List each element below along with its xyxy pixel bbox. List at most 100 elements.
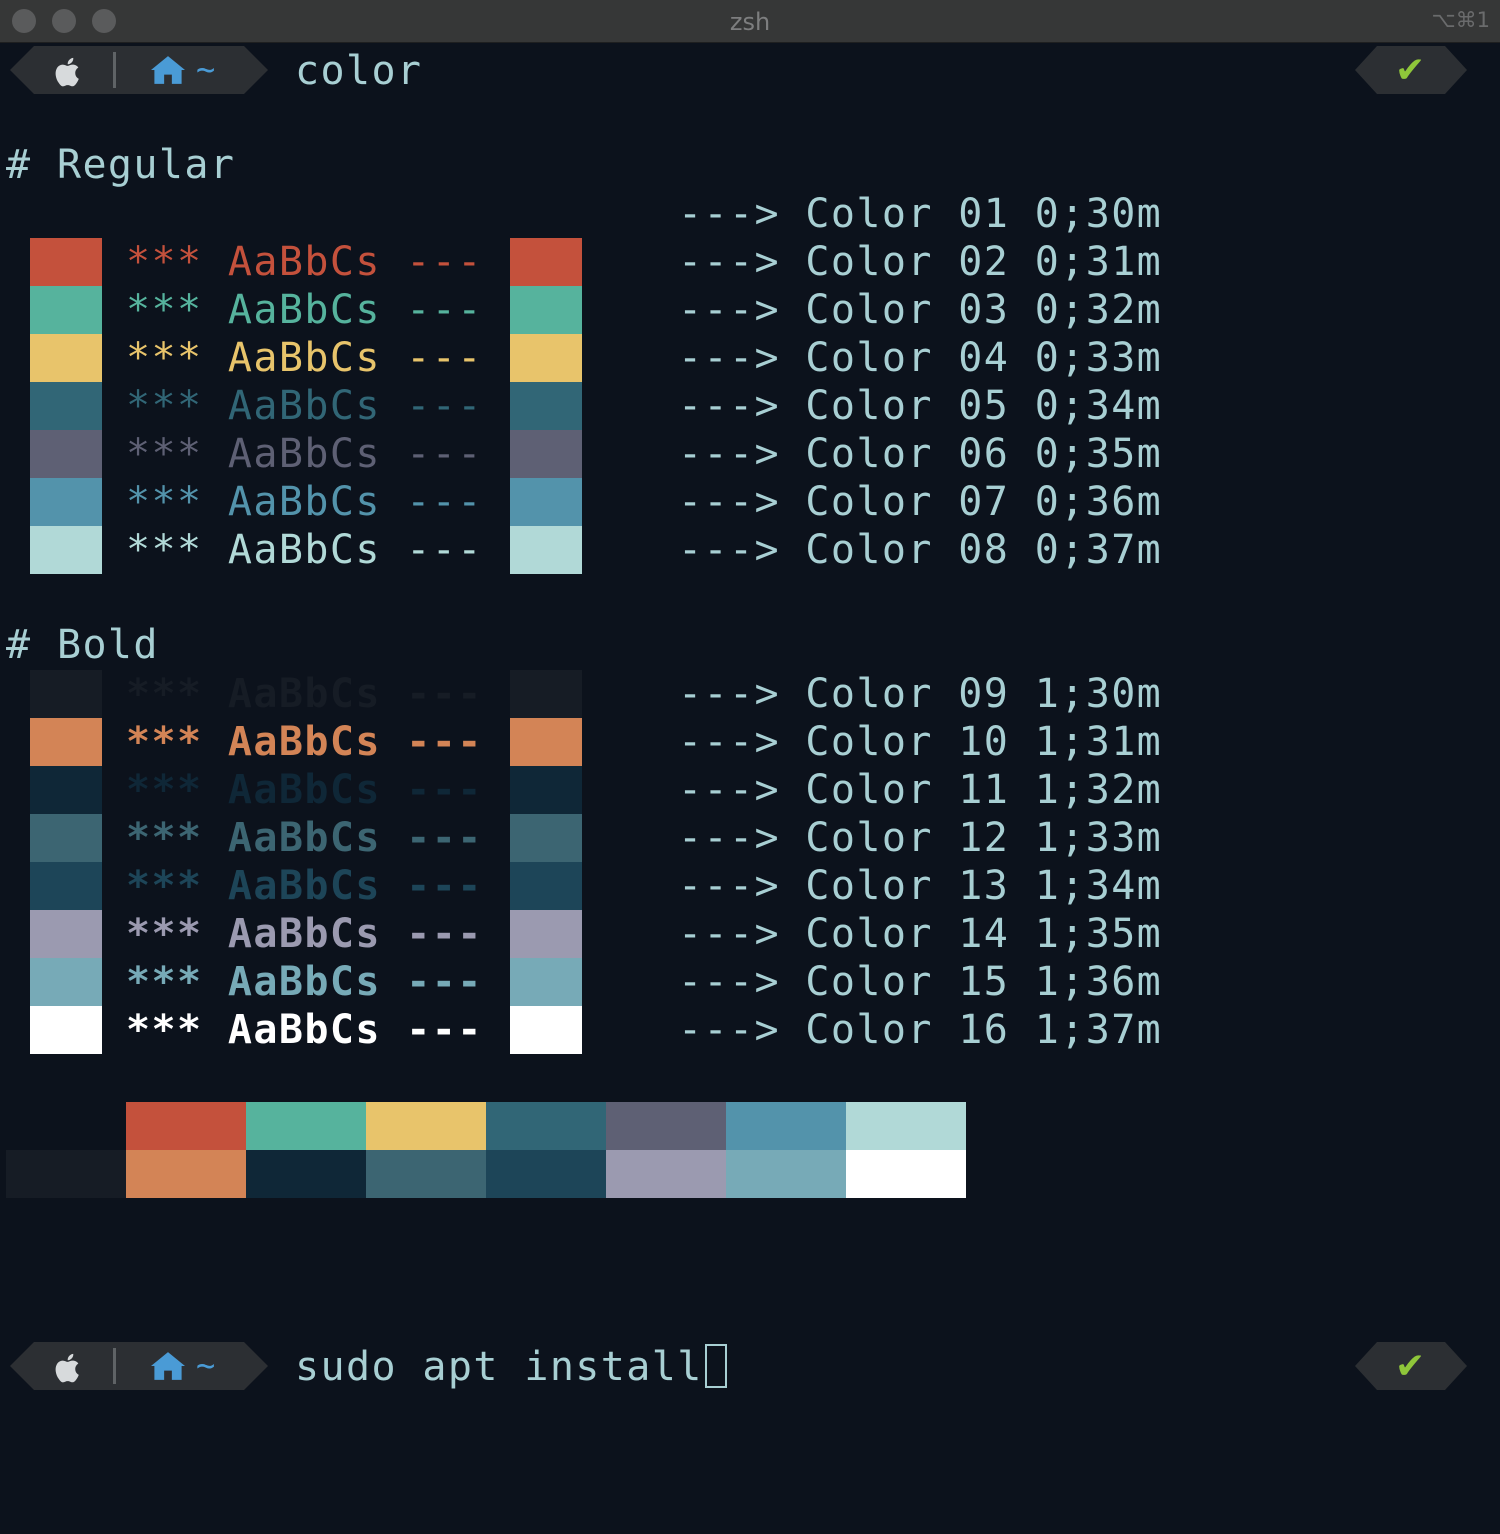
color-swatch-left [30, 718, 102, 766]
color-row: *** AaBbCs --- ---> Color 13 1;34m [0, 862, 1500, 910]
color-swatch-left [30, 958, 102, 1006]
prompt-segment-left [10, 1342, 268, 1390]
color-label: ---> Color 09 1;30m [678, 671, 1163, 717]
color-row: *** AaBbCs --- ---> Color 08 0;37m [0, 526, 1500, 574]
color-swatch-left [30, 670, 102, 718]
color-swatch-left [30, 862, 102, 910]
color-row: *** AaBbCs --- ---> Color 06 0;35m [0, 430, 1500, 478]
color-swatch-right [510, 1006, 582, 1054]
color-swatch-left [30, 382, 102, 430]
color-label: ---> Color 16 1;37m [678, 1007, 1163, 1053]
color-swatch-right [510, 478, 582, 526]
apple-icon [55, 1353, 79, 1383]
apple-icon [55, 57, 79, 87]
color-label: ---> Color 05 0;34m [678, 383, 1163, 429]
color-row: *** AaBbCs --- ---> Color 11 1;32m [0, 766, 1500, 814]
color-swatch-left [30, 286, 102, 334]
text-cursor [704, 1344, 727, 1388]
color-swatch-right [510, 766, 582, 814]
check-icon: ✔ [1395, 50, 1426, 91]
prompt-path: ~ [196, 1346, 216, 1384]
color-swatch-left [30, 478, 102, 526]
color-label: ---> Color 14 1;35m [678, 911, 1163, 957]
color-swatch-left [30, 430, 102, 478]
color-sample-text: *** AaBbCs --- [126, 383, 483, 429]
prompt-segment-left [10, 46, 268, 94]
command-input[interactable]: sudo apt install [295, 1344, 727, 1390]
color-swatch-left [30, 334, 102, 382]
prompt-separator [113, 1348, 116, 1384]
color-row: *** AaBbCs --- ---> Color 02 0;31m [0, 238, 1500, 286]
color-label: ---> Color 12 1;33m [678, 815, 1163, 861]
color-row-01: ---> Color 01 0;30m [0, 190, 1500, 238]
color-swatch-right [510, 334, 582, 382]
command-text: sudo apt install [295, 1344, 703, 1390]
color-swatch-right [510, 862, 582, 910]
color-sample-text: *** AaBbCs --- [126, 719, 483, 765]
prompt-line-color: ~ color ✔ [0, 46, 1500, 94]
color-label: ---> Color 07 0;36m [678, 479, 1163, 525]
color-swatch-left [30, 766, 102, 814]
color-sample-text: *** AaBbCs --- [126, 287, 483, 333]
color-sample-text: *** AaBbCs --- [126, 863, 483, 909]
palette-cell [486, 1150, 606, 1198]
palette-cell [366, 1102, 486, 1150]
palette-cell [486, 1102, 606, 1150]
color-swatch-right [510, 286, 582, 334]
palette-cell [6, 1150, 126, 1198]
palette-cell [726, 1102, 846, 1150]
color-label: ---> Color 08 0;37m [678, 527, 1163, 573]
window-title: zsh [729, 8, 771, 36]
palette-cell [126, 1102, 246, 1150]
palette-cell [126, 1150, 246, 1198]
color-sample-text: *** AaBbCs --- [126, 767, 483, 813]
color-row: *** AaBbCs --- ---> Color 09 1;30m [0, 670, 1500, 718]
color-row: *** AaBbCs --- ---> Color 15 1;36m [0, 958, 1500, 1006]
color-row: *** AaBbCs --- ---> Color 12 1;33m [0, 814, 1500, 862]
color-row: *** AaBbCs --- ---> Color 07 0;36m [0, 478, 1500, 526]
color-sample-text: *** AaBbCs --- [126, 815, 483, 861]
color-label: ---> Color 02 0;31m [678, 239, 1163, 285]
color-sample-text: *** AaBbCs --- [126, 335, 483, 381]
palette-cell [846, 1102, 966, 1150]
color-palette-grid [6, 1102, 966, 1198]
color-label: ---> Color 10 1;31m [678, 719, 1163, 765]
prompt-separator [113, 52, 116, 88]
color-label: ---> Color 11 1;32m [678, 767, 1163, 813]
palette-cell [246, 1102, 366, 1150]
color-swatch-left [30, 910, 102, 958]
section-heading-bold: # Bold [6, 622, 159, 668]
color-swatch-right [510, 238, 582, 286]
color-sample-text: *** AaBbCs --- [126, 671, 483, 717]
color-sample-text: *** AaBbCs --- [126, 911, 483, 957]
color-label: ---> Color 01 0;30m [678, 191, 1163, 237]
color-row: *** AaBbCs --- ---> Color 04 0;33m [0, 334, 1500, 382]
palette-cell [726, 1150, 846, 1198]
color-swatch-right [510, 526, 582, 574]
color-row: *** AaBbCs --- ---> Color 14 1;35m [0, 910, 1500, 958]
palette-cell [366, 1150, 486, 1198]
color-swatch-right [510, 382, 582, 430]
color-swatch-left [30, 1006, 102, 1054]
color-row: *** AaBbCs --- ---> Color 03 0;32m [0, 286, 1500, 334]
palette-cell [606, 1102, 726, 1150]
color-sample-text: *** AaBbCs --- [126, 527, 483, 573]
color-swatch-right [510, 670, 582, 718]
palette-cell [246, 1150, 366, 1198]
window-shortcut: ⌥⌘1 [1431, 8, 1490, 32]
color-swatch-right [510, 958, 582, 1006]
prompt-line-input: ~ sudo apt install ✔ [0, 1342, 1500, 1390]
color-swatch-right [510, 910, 582, 958]
color-sample-text: *** AaBbCs --- [126, 431, 483, 477]
color-label: ---> Color 03 0;32m [678, 287, 1163, 333]
color-sample-text: *** AaBbCs --- [126, 959, 483, 1005]
color-label: ---> Color 04 0;33m [678, 335, 1163, 381]
color-sample-text: *** AaBbCs --- [126, 1007, 483, 1053]
color-label: ---> Color 15 1;36m [678, 959, 1163, 1005]
color-swatch-right [510, 718, 582, 766]
color-row: *** AaBbCs --- ---> Color 05 0;34m [0, 382, 1500, 430]
color-swatch-left [30, 238, 102, 286]
color-label: ---> Color 13 1;34m [678, 863, 1163, 909]
check-icon: ✔ [1395, 1346, 1426, 1387]
color-label: ---> Color 06 0;35m [678, 431, 1163, 477]
